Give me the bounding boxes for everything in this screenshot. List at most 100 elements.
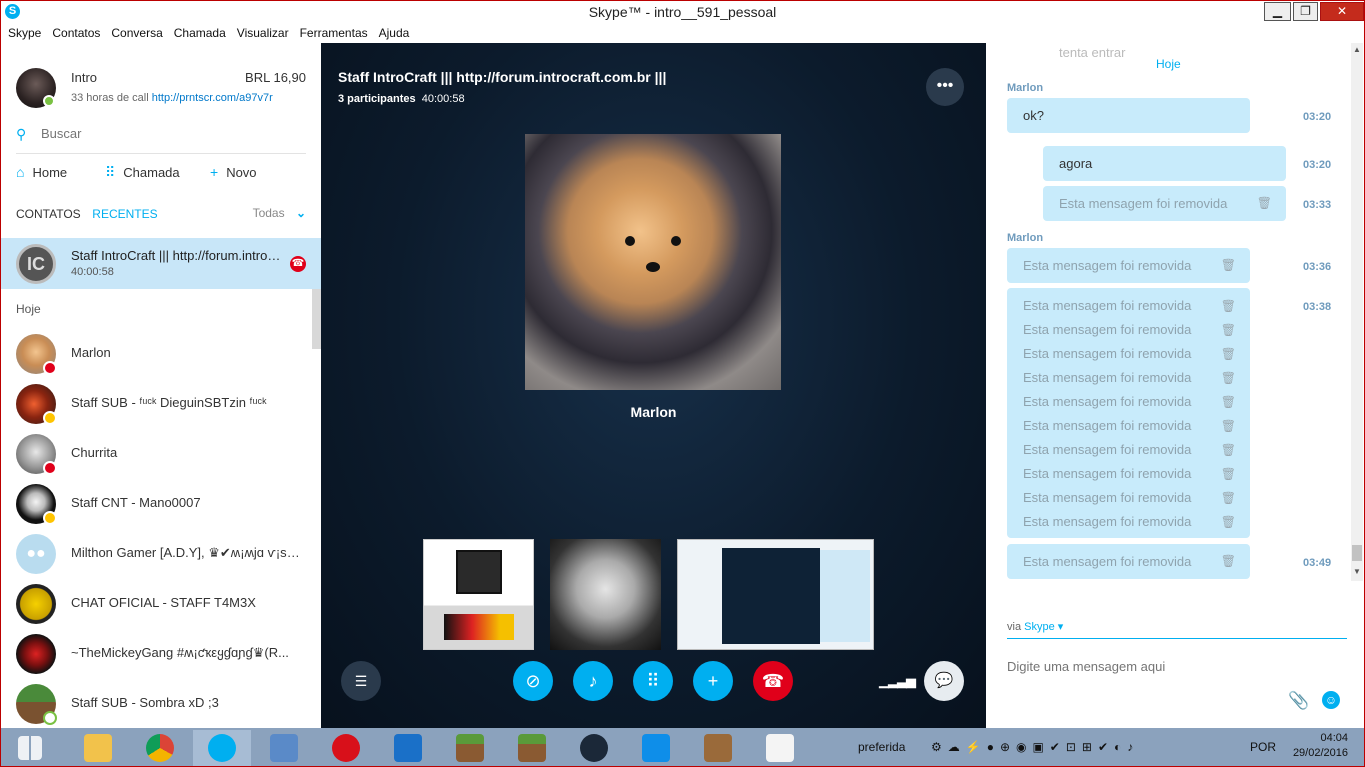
screen-share-thumbnail[interactable] [677,539,874,650]
list-item[interactable]: Staff CNT - Mano0007 [1,479,313,529]
active-call-item[interactable]: IC Staff IntroCraft ||| http://forum.int… [1,238,321,289]
trash-icon[interactable]: 🗑 [1221,544,1236,579]
message-time: 03:20 [1303,159,1332,171]
steam-taskbar-button[interactable] [565,730,623,766]
scroll-up-icon[interactable]: ▲ [1351,45,1363,57]
menu-visualizar[interactable]: Visualizar [233,23,293,43]
removed-line: Esta mensagem foi removida 🗑 [1023,462,1236,486]
signal-strength-icon[interactable]: ▁▂▃▅ [879,673,916,689]
home-button[interactable]: ⌂ Home [16,164,67,180]
via-link[interactable]: Skype [1024,621,1055,633]
removed-message[interactable]: Esta mensagem foi removida 🗑 [1007,544,1250,579]
document-taskbar-button[interactable] [751,730,809,766]
player-taskbar-button[interactable] [379,730,437,766]
menu-conversa[interactable]: Conversa [107,23,166,43]
toolbar-label[interactable]: preferida [858,740,905,754]
trash-icon[interactable]: 🗑 [1221,438,1236,462]
menu-chamada[interactable]: Chamada [170,23,230,43]
menu-bar: Skype Contatos Conversa Chamada Visualizar Fe… [0,23,1365,43]
menu-ajuda[interactable]: Ajuda [375,23,414,43]
mood-message[interactable]: 33 horas de call http://prntscr.com/a97v… [71,92,273,104]
own-message-bubble[interactable]: agora [1043,146,1286,181]
list-item[interactable]: ●● Milthon Gamer [A.D.Y], ♛✔ʍ¡ʍjɑ ѵ¡ѕт..… [1,529,313,579]
removed-message-group[interactable]: Esta mensagem foi removida 🗑 Esta mensage… [1007,288,1250,538]
scroll-down-icon[interactable]: ▼ [1351,567,1363,579]
maximize-button[interactable]: ❐ [1293,2,1318,21]
list-item[interactable]: Staff SUB - ᶠᵘᶜᵏ DieguinSBTzin ᶠᵘᶜᵏ [1,379,313,429]
list-item[interactable]: ~TheMickeyGang #ʍ¡ƈҡεყɠɑɲɠ♛(R... [1,629,313,679]
call-button[interactable]: ⠿ Chamada [105,164,180,181]
control-panel-taskbar-button[interactable] [255,730,313,766]
skype-taskbar-button[interactable] [193,730,251,766]
tab-recent[interactable]: RECENTES [92,207,157,221]
message-bubble[interactable]: ok? [1007,98,1250,133]
chat-scrollbar[interactable]: ▲ ▼ [1351,43,1363,581]
trash-icon[interactable]: 🗑 [1221,342,1236,366]
participant-thumbnail[interactable] [550,539,661,650]
filter-dropdown[interactable]: Todas ⌄ [253,206,306,220]
hangup-icon[interactable]: ☎ [290,256,306,272]
language-indicator[interactable]: POR [1250,740,1276,754]
trash-icon[interactable]: 🗑 [1221,294,1236,318]
start-button[interactable] [1,730,59,766]
minecraft2-taskbar-button[interactable] [503,730,561,766]
via-selector[interactable]: via Skype ▾ [1007,620,1063,633]
emoticon-icon[interactable]: ☺ [1322,691,1340,709]
video-toggle-button[interactable]: ⊘ [513,661,553,701]
chrome-taskbar-button[interactable] [131,730,189,766]
menu-ferramentas[interactable]: Ferramentas [296,23,372,43]
trash-icon[interactable]: 🗑 [1257,186,1272,221]
toggle-chat-button[interactable]: 💬 [924,661,964,701]
message-sender: Marlon [1007,232,1044,244]
scroll-thumb[interactable] [1352,545,1362,561]
profile-name[interactable]: Intro [71,70,97,85]
record-taskbar-button[interactable] [317,730,375,766]
trash-icon[interactable]: 🗑 [1221,414,1236,438]
tab-contacts[interactable]: CONTATOS [16,207,81,221]
dialpad-button[interactable]: ⠿ [633,661,673,701]
crafting-taskbar-button[interactable] [689,730,747,766]
new-button[interactable]: + Novo [210,164,257,180]
message-input[interactable] [1007,659,1307,674]
trash-icon[interactable]: 🗑 [1221,462,1236,486]
end-call-button[interactable]: ☎ [753,661,793,701]
mute-button[interactable]: ♪ [573,661,613,701]
main-participant-video[interactable] [525,134,781,390]
trash-icon[interactable]: 🗑 [1221,366,1236,390]
clock[interactable]: 04:04 29/02/2016 [1293,731,1348,761]
removed-message[interactable]: Esta mensagem foi removida 🗑 [1043,186,1286,221]
minimize-button[interactable]: ▁ [1264,2,1291,21]
trash-icon[interactable]: 🗑 [1221,318,1236,342]
menu-skype[interactable]: Skype [4,23,45,43]
teamviewer-taskbar-button[interactable] [627,730,685,766]
list-item[interactable]: CHAT OFICIAL - STAFF T4M3X [1,579,313,629]
list-item[interactable]: Marlon [1,329,313,379]
close-button[interactable]: ✕ [1320,2,1364,21]
more-options-button[interactable]: ••• [926,68,964,106]
list-item[interactable]: Churrita [1,429,313,479]
explorer-taskbar-button[interactable] [69,730,127,766]
trash-icon[interactable]: 🗑 [1221,510,1236,534]
trash-icon[interactable]: 🗑 [1221,248,1236,283]
search-input[interactable] [41,126,291,141]
list-item[interactable]: Staff SUB - Sombra xD ;3 [1,679,313,728]
trash-icon[interactable]: 🗑 [1221,390,1236,414]
system-tray-icons[interactable]: ⚙☁⚡●⊕◉▣✔⊡⊞✔◐♪ [931,740,1139,754]
removed-message[interactable]: Esta mensagem foi removida 🗑 [1007,248,1250,283]
sidebar-scrollbar[interactable] [312,289,321,349]
add-participant-button[interactable]: + [693,661,733,701]
call-menu-button[interactable]: ☰ [341,661,381,701]
document-icon [766,734,794,762]
removed-text: Esta mensagem foi removida [1023,466,1192,481]
menu-contatos[interactable]: Contatos [48,23,104,43]
skype-credit[interactable]: BRL 16,90 [245,70,306,85]
grass-block-icon [518,734,546,762]
search-box[interactable]: ⚲ [16,126,306,154]
participant-thumbnail[interactable] [423,539,534,650]
paperclip-icon[interactable]: 📎 [1288,691,1309,711]
mood-link[interactable]: http://prntscr.com/a97v7r [152,92,273,104]
removed-text: Esta mensagem foi removida [1023,394,1192,409]
minecraft-taskbar-button[interactable] [441,730,499,766]
trash-icon[interactable]: 🗑 [1221,486,1236,510]
plus-icon: + [707,671,719,691]
